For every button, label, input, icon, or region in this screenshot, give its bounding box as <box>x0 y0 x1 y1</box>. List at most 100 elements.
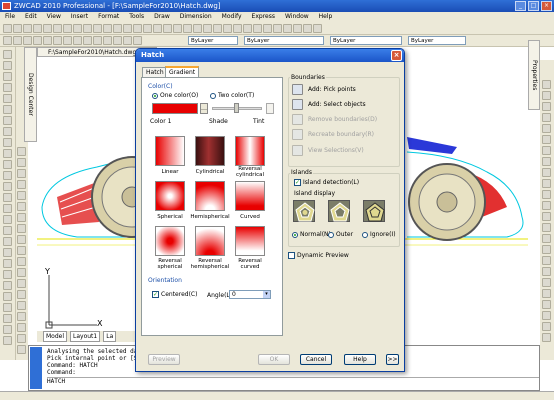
remove-boundaries-icon[interactable] <box>292 114 303 125</box>
gradient-curved[interactable] <box>235 181 265 211</box>
island-display-label: Island display <box>294 190 336 197</box>
draw-tool-icons[interactable] <box>3 50 12 345</box>
color-combo[interactable]: ByLayer <box>188 36 238 45</box>
menu-file[interactable]: File <box>0 12 20 22</box>
radio-checked-icon <box>152 92 158 99</box>
maximize-button[interactable]: □ <box>528 1 539 11</box>
angle-value: 0 <box>232 291 236 298</box>
minimize-button[interactable]: _ <box>515 1 526 11</box>
gradient-reversal-hemispherical[interactable] <box>195 226 225 256</box>
dialog-title: Hatch <box>141 51 165 59</box>
radio-unchecked-icon <box>210 92 216 99</box>
add-select-objects-button[interactable]: Add: Select objects <box>308 99 366 110</box>
properties-panel-tab[interactable]: Properties <box>528 40 540 110</box>
menu-express[interactable]: Express <box>247 12 280 22</box>
tint-label: Tint <box>253 118 265 125</box>
command-input[interactable]: HATCH <box>47 377 539 385</box>
one-color-radio[interactable]: One color(O) <box>152 92 198 99</box>
standard-toolbar-icons[interactable] <box>3 24 322 33</box>
menu-draw[interactable]: Draw <box>149 12 175 22</box>
menu-format[interactable]: Format <box>93 12 124 22</box>
recreate-boundary-button[interactable]: Recreate boundary(R) <box>308 129 374 140</box>
linetype-combo[interactable]: ByLayer <box>244 36 324 45</box>
gradient-linear-label: Linear <box>161 169 179 175</box>
gradient-linear[interactable] <box>155 136 185 166</box>
island-ignore-radio[interactable]: Ignore(I) <box>362 231 396 238</box>
layout-tabs: Model Layout1 La <box>37 331 137 342</box>
island-normal-radio[interactable]: Normal(N) <box>292 231 331 238</box>
gradient-reversal-hemispherical-label: Reversal hemispherical <box>190 258 230 270</box>
radio-unchecked-icon <box>362 231 368 238</box>
view-selections-button[interactable]: View Selections(V) <box>308 145 364 156</box>
two-color-radio[interactable]: Two color(T) <box>210 92 254 99</box>
view-selections-icon[interactable] <box>292 145 303 156</box>
island-detection-checkbox[interactable]: ✓ Island detection(L) <box>294 179 359 186</box>
standard-toolbar <box>0 22 554 35</box>
recreate-boundary-icon[interactable] <box>292 129 303 140</box>
x-axis-label: X <box>97 319 103 328</box>
right-toolbar <box>540 60 554 360</box>
right-tool-icons[interactable] <box>542 80 551 342</box>
add-select-objects-icon[interactable] <box>292 99 303 110</box>
color1-browse-button[interactable]: … <box>200 103 208 114</box>
color1-swatch[interactable] <box>152 103 198 114</box>
lineweight-combo[interactable]: ByLayer <box>330 36 402 45</box>
remove-boundaries-button[interactable]: Remove boundaries(D) <box>308 114 377 125</box>
app-icon <box>2 2 11 10</box>
island-outer-radio[interactable]: Outer <box>328 231 353 238</box>
menu-help[interactable]: Help <box>314 12 338 22</box>
island-outer-label: Outer <box>336 231 354 238</box>
layer-toolbar-icons[interactable] <box>3 36 142 45</box>
shade-spinner[interactable] <box>266 103 274 114</box>
tab-model[interactable]: Model <box>43 331 68 342</box>
help-button[interactable]: Help <box>344 354 376 365</box>
menu-window[interactable]: Window <box>280 12 314 22</box>
close-window-button[interactable]: × <box>541 1 552 11</box>
menu-bar: File Edit View Insert Format Tools Draw … <box>0 12 554 22</box>
tab-layout1[interactable]: Layout1 <box>70 331 101 342</box>
gradient-hemispherical[interactable] <box>195 181 225 211</box>
gradient-reversal-curved-label: Reversal curved <box>238 258 262 270</box>
centered-checkbox[interactable]: ✓ Centered(C) <box>152 291 197 298</box>
design-center-panel[interactable]: Design Center <box>24 47 37 142</box>
gradient-reversal-curved[interactable] <box>235 226 265 256</box>
dynamic-preview-checkbox[interactable]: Dynamic Preview <box>288 252 349 259</box>
color-section-label: Color(C) <box>148 83 173 90</box>
menu-dimension[interactable]: Dimension <box>175 12 217 22</box>
more-options-button[interactable]: >> <box>386 354 399 365</box>
angle-select[interactable]: 0 ▾ <box>229 290 271 299</box>
orientation-section-label: Orientation <box>148 277 182 284</box>
tab-layout2[interactable]: La <box>103 331 117 342</box>
checkmark-icon: ✓ <box>152 291 159 298</box>
shade-tint-slider-thumb[interactable] <box>234 103 239 113</box>
gradient-reversal-spherical[interactable] <box>155 226 185 256</box>
add-pick-points-icon[interactable] <box>292 84 303 95</box>
cancel-button[interactable]: Cancel <box>300 354 332 365</box>
modify-tool-icons[interactable] <box>17 147 26 354</box>
plot-style-combo[interactable]: ByLayer <box>408 36 466 45</box>
menu-view[interactable]: View <box>42 12 66 22</box>
draw-toolbar <box>0 47 16 360</box>
gradient-reversal-cylindrical[interactable] <box>235 136 265 166</box>
chevron-down-icon[interactable]: ▾ <box>263 291 270 298</box>
preview-button[interactable]: Preview <box>148 354 180 365</box>
checkmark-icon: ✓ <box>294 179 301 186</box>
tab-hatch[interactable]: Hatch <box>142 67 168 77</box>
add-pick-points-button[interactable]: Add: Pick points <box>308 84 356 95</box>
dialog-close-button[interactable]: × <box>391 50 402 61</box>
two-color-label: Two color(T) <box>218 92 255 99</box>
ok-button[interactable]: OK <box>258 354 290 365</box>
y-axis-label: Y <box>45 267 50 276</box>
menu-tools[interactable]: Tools <box>124 12 149 22</box>
menu-insert[interactable]: Insert <box>66 12 93 22</box>
menu-edit[interactable]: Edit <box>20 12 42 22</box>
gradient-reversal-spherical-label: Reversal spherical <box>157 258 183 270</box>
gradient-cylindrical[interactable] <box>195 136 225 166</box>
island-normal-preview <box>293 200 315 222</box>
menu-modify[interactable]: Modify <box>217 12 247 22</box>
gradient-reversal-cylindrical-label: Reversal cylindrical <box>235 166 265 178</box>
gradient-spherical[interactable] <box>155 181 185 211</box>
dialog-title-bar: Hatch × <box>136 49 404 62</box>
command-window-grip[interactable] <box>30 347 42 389</box>
one-color-label: One color(O) <box>160 92 199 99</box>
